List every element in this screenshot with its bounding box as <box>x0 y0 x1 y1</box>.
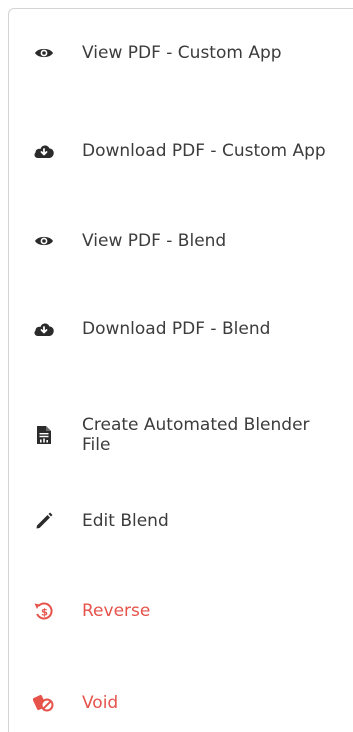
pencil-icon <box>33 510 55 532</box>
menu-item-download-pdf-custom-app[interactable]: Download PDF - Custom App <box>9 119 353 183</box>
menu-item-label: Reverse <box>82 601 151 621</box>
menu-item-view-pdf-blend[interactable]: View PDF - Blend <box>9 221 353 261</box>
menu-item-edit-blend[interactable]: Edit Blend <box>9 501 353 541</box>
menu-item-download-pdf-blend[interactable]: Download PDF - Blend <box>9 309 353 349</box>
actions-menu: View PDF - Custom App Download PDF - Cus… <box>8 8 353 732</box>
menu-item-label: View PDF - Blend <box>82 231 227 251</box>
svg-text:$: $ <box>41 608 48 619</box>
menu-item-label: Create Automated Blender File <box>82 415 310 455</box>
menu-item-void[interactable]: Void <box>9 683 353 723</box>
document-chart-icon <box>33 424 55 446</box>
menu-item-label: View PDF - Custom App <box>82 43 282 63</box>
menu-item-label: Edit Blend <box>82 511 169 531</box>
menu-item-reverse[interactable]: $ Reverse <box>9 591 353 631</box>
eye-icon <box>33 42 55 64</box>
menu-item-create-automated-blender-file[interactable]: Create Automated Blender File <box>9 403 353 467</box>
reverse-dollar-icon: $ <box>33 600 55 622</box>
void-icon <box>33 692 55 714</box>
menu-item-label: Download PDF - Custom App <box>82 141 326 161</box>
menu-item-label: Download PDF - Blend <box>82 319 271 339</box>
eye-icon <box>33 230 55 252</box>
cloud-download-icon <box>33 140 55 162</box>
menu-item-label: Void <box>82 693 119 713</box>
cloud-download-icon <box>33 318 55 340</box>
menu-item-view-pdf-custom-app[interactable]: View PDF - Custom App <box>9 33 353 73</box>
